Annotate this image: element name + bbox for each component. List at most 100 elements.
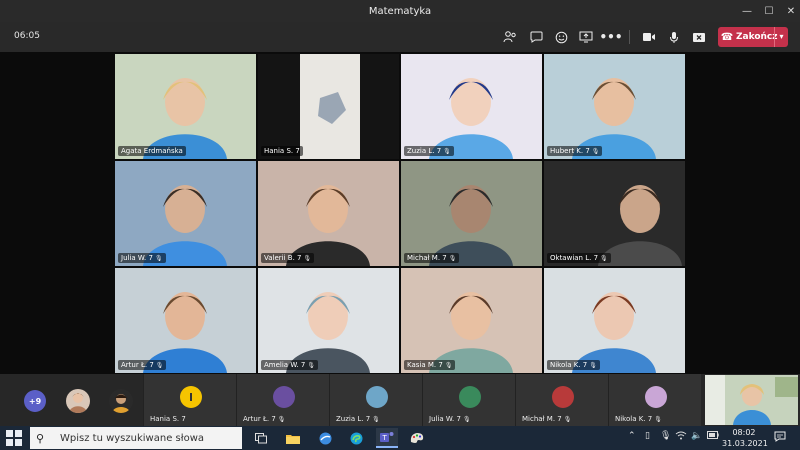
microphone-icon[interactable]	[664, 27, 684, 47]
battery-icon[interactable]	[707, 431, 719, 442]
participant-name: Nikola K. 7	[550, 361, 588, 369]
share-screen-icon[interactable]	[576, 27, 596, 47]
clock-date: 31.03.2021	[722, 439, 768, 448]
muted-mic-icon: 🎙	[444, 361, 453, 369]
participant-avatar[interactable]	[109, 389, 133, 413]
clock-time: 08:02	[732, 428, 756, 437]
participant-name-tag: Kasia M. 7 🎙	[404, 360, 456, 370]
search-icon: ⚲	[36, 431, 45, 445]
muted-mic-icon: 🎙	[462, 415, 471, 423]
participant-name: Amelia W. 7	[264, 361, 306, 369]
leave-meeting-label: Zakończ	[736, 32, 778, 42]
muted-mic-icon: 🎙	[307, 361, 315, 369]
participant-video	[429, 185, 513, 266]
participant-name-tag: Hubert K. 7 🎙	[547, 146, 603, 156]
strip-participant-name: Julia W. 7	[429, 415, 461, 423]
tray-chevron-up-icon[interactable]: ⌃	[628, 431, 636, 441]
self-view-video[interactable]	[705, 375, 798, 425]
leave-meeting-button[interactable]: ☎ Zakończ ▾	[718, 27, 788, 47]
browser-icon[interactable]	[314, 428, 336, 448]
share-tray-icon[interactable]	[689, 27, 709, 47]
video-tile[interactable]: Zuzia L. 7 🎙	[401, 54, 542, 159]
more-options-icon[interactable]: •••	[600, 27, 623, 47]
strip-participant-name: Artur Ł. 7	[243, 415, 276, 423]
muted-mic-icon: 🎙	[589, 361, 597, 369]
person-head	[594, 292, 634, 340]
camera-icon[interactable]	[639, 27, 659, 47]
video-tile[interactable]: Julia W. 7 🎙	[115, 161, 256, 266]
participant-strip: +9 Hania S. 7 Artur Ł. 7 🎙 Zuzia L. 7 🎙 Julia…	[0, 374, 800, 426]
minimize-button[interactable]: —	[736, 0, 758, 22]
strip-participant-card[interactable]: Nikola K. 7 🎙	[608, 374, 701, 426]
svg-text:T: T	[382, 434, 388, 442]
wifi-icon[interactable]	[675, 431, 687, 443]
tray-mic-icon[interactable]: 🎙	[660, 431, 671, 441]
file-explorer-icon[interactable]	[282, 428, 304, 448]
muted-mic-icon: 🎙	[155, 361, 164, 369]
strip-participant-card[interactable]: Hania S. 7	[143, 374, 236, 426]
person-head	[451, 78, 491, 126]
strip-participant-card[interactable]: Michał M. 7 🎙	[515, 374, 608, 426]
person-head	[620, 185, 660, 233]
strip-participant-name-tag: Julia W. 7 🎙	[429, 415, 471, 423]
video-tile[interactable]: Michał M. 7 🎙	[401, 161, 542, 266]
participant-name-tag: Julia W. 7 🎙	[118, 253, 166, 263]
participant-video	[429, 292, 513, 373]
video-tile[interactable]: Artur Ł. 7 🎙	[115, 268, 256, 373]
participant-name: Oktawian L. 7	[550, 254, 599, 262]
strip-participant-name-tag: Michał M. 7 🎙	[522, 415, 571, 423]
strip-participant-card[interactable]: Artur Ł. 7 🎙	[236, 374, 329, 426]
close-window-button[interactable]: ✕	[780, 0, 800, 22]
window-title: Matematyka	[368, 5, 432, 17]
task-view-icon[interactable]	[250, 428, 272, 448]
maximize-button[interactable]: ☐	[758, 0, 780, 22]
chevron-down-icon[interactable]: ▾	[774, 27, 788, 47]
video-tile[interactable]: Hubert K. 7 🎙	[544, 54, 685, 159]
edge-icon[interactable]	[345, 428, 367, 448]
hand-raised-icon	[189, 393, 192, 401]
muted-mic-icon: 🎙	[277, 415, 286, 423]
teams-icon[interactable]: T	[376, 428, 398, 448]
video-tile[interactable]: Hania S. 7	[258, 54, 399, 159]
people-icon[interactable]	[500, 27, 520, 47]
video-tile[interactable]: Agata Erdmańska	[115, 54, 256, 159]
participant-name-tag: Valerii B. 7 🎙	[261, 253, 315, 263]
person-head	[165, 185, 205, 233]
participant-name-tag: Zuzia L. 7 🎙	[404, 146, 454, 156]
participant-name: Kasia M. 7	[407, 361, 443, 369]
participant-name-tag: Hania S. 7	[261, 146, 303, 156]
strip-participant-card[interactable]: Zuzia L. 7 🎙	[329, 374, 422, 426]
participant-name-tag: Nikola K. 7 🎙	[547, 360, 600, 370]
paint-icon[interactable]	[406, 428, 428, 448]
more-participants-badge[interactable]: +9	[24, 390, 46, 412]
taskbar-clock[interactable]: 08:02 31.03.2021	[722, 427, 768, 449]
chat-icon[interactable]	[526, 27, 546, 47]
video-tile[interactable]: Amelia W. 7 🎙	[258, 268, 399, 373]
video-tile[interactable]: Nikola K. 7 🎙	[544, 268, 685, 373]
muted-mic-icon: 🎙	[372, 415, 380, 423]
participant-avatar[interactable]	[66, 389, 90, 413]
reactions-icon[interactable]	[551, 27, 571, 47]
participant-video	[572, 78, 656, 159]
controls-divider	[629, 30, 630, 44]
participant-name-tag: Agata Erdmańska	[118, 146, 186, 156]
phone-hangup-icon: ☎	[720, 31, 734, 43]
strip-participant-name-tag: Nikola K. 7 🎙	[615, 415, 662, 423]
tray-app-icon[interactable]: ▯	[645, 431, 650, 441]
participant-name: Agata Erdmańska	[121, 147, 183, 155]
taskbar-search-box[interactable]: ⚲ Wpisz tu wyszukiwane słowa	[30, 427, 242, 449]
participant-name: Michał M. 7	[407, 254, 447, 262]
video-tile[interactable]: Kasia M. 7 🎙	[401, 268, 542, 373]
participant-video	[143, 292, 227, 373]
notification-center-icon[interactable]	[774, 431, 786, 445]
meeting-timer: 06:05	[14, 31, 40, 41]
muted-mic-icon: 🎙	[600, 254, 608, 262]
video-grid: Agata Erdmańska Hania S. 7 Zuzia L. 7 🎙 Hube…	[115, 54, 685, 373]
strip-participant-card[interactable]: Julia W. 7 🎙	[422, 374, 515, 426]
participant-name-tag: Artur Ł. 7 🎙	[118, 360, 167, 370]
speaker-icon[interactable]: 🔈	[691, 431, 702, 441]
video-tile[interactable]: Oktawian L. 7 🎙	[544, 161, 685, 266]
meeting-controls-bar: 06:05 ••• ☎ Zakończ ▾	[0, 22, 800, 52]
start-button[interactable]	[6, 430, 22, 446]
video-tile[interactable]: Valerii B. 7 🎙	[258, 161, 399, 266]
